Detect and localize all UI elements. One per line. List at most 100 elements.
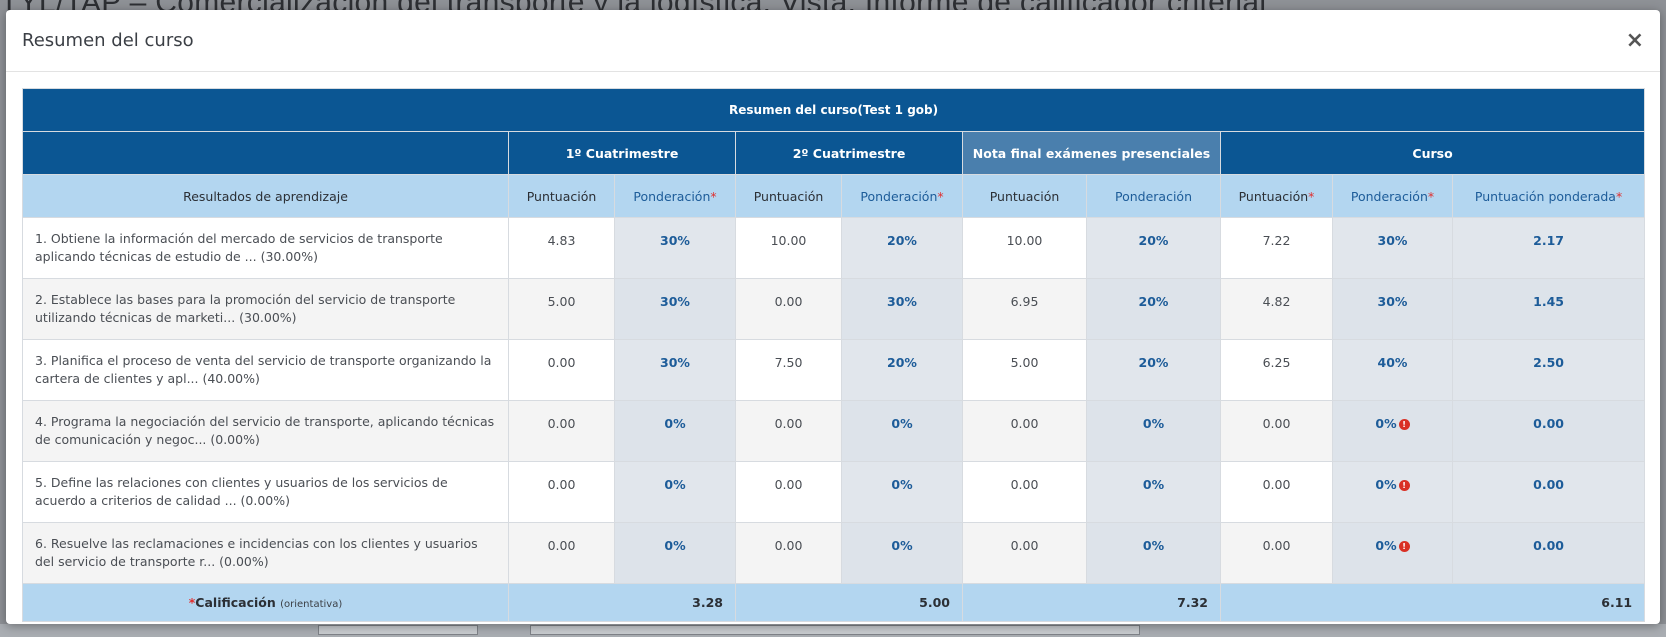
table-title: Resumen del curso(Test 1 gob)	[21, 88, 1646, 132]
course-weight: 0%!	[1332, 461, 1453, 523]
course-weight-value: 0%	[1375, 416, 1397, 431]
q2-score: 0.00	[735, 400, 842, 462]
q1-weight: 30%	[614, 278, 736, 340]
final-exam-score-value: 0.00	[1010, 416, 1039, 431]
final-grade-q2: 5.00	[735, 583, 963, 622]
final-exam-weight: 0%	[1086, 400, 1221, 462]
q1-score: 5.00	[508, 278, 615, 340]
table-row: 1. Obtiene la información del mercado de…	[22, 217, 1646, 279]
course-weight-value: 30%	[1377, 233, 1408, 248]
q1-weight: 0%	[614, 461, 736, 523]
course-score: 6.25	[1220, 339, 1333, 401]
q2-score: 0.00	[735, 461, 842, 523]
final-grade-row: *Calificación (orientativa) 3.28 5.00 7.…	[22, 583, 1646, 622]
weighted-score-value: 2.17	[1533, 233, 1564, 248]
final-grade-label: *Calificación (orientativa)	[22, 583, 509, 622]
course-score: 4.82	[1220, 278, 1333, 340]
col-final-weight: Ponderación	[1086, 174, 1221, 218]
q1-weight-value: 30%	[660, 355, 690, 370]
modal-title: Resumen del curso	[22, 30, 194, 51]
modal-header: Resumen del curso ×	[6, 10, 1660, 72]
weighted-score-value: 0.00	[1533, 477, 1564, 492]
group-final-exams: Nota final exámenes presenciales	[962, 131, 1221, 175]
row-description-value: 4. Programa la negociación del servicio …	[35, 414, 495, 447]
q1-weight: 0%	[614, 522, 736, 584]
col-learning-outcomes: Resultados de aprendizaje	[22, 174, 509, 218]
weighted-score: 0.00	[1451, 522, 1646, 584]
q2-weight-value: 0%	[891, 538, 913, 553]
q2-weight: 20%	[841, 339, 963, 401]
warning-icon[interactable]: !	[1398, 419, 1410, 430]
final-exam-weight-value: 0%	[1142, 477, 1165, 492]
course-score-value: 0.00	[1262, 538, 1291, 553]
weighted-score: 0.00	[1451, 461, 1646, 523]
final-exam-score-value: 6.95	[1010, 294, 1039, 309]
table-row: 3. Planifica el proceso de venta del ser…	[22, 339, 1646, 401]
course-summary-modal: Resumen del curso × Resumen del curso(Te…	[6, 10, 1660, 624]
close-button[interactable]: ×	[1626, 29, 1644, 52]
final-exam-score: 6.95	[962, 278, 1087, 340]
weighted-score-value: 2.50	[1533, 355, 1564, 370]
weighted-score-value: 1.45	[1533, 294, 1564, 309]
q1-weight-value: 0%	[664, 538, 686, 553]
course-score-value: 0.00	[1262, 416, 1291, 431]
course-weight: 30%	[1332, 278, 1453, 340]
background-footer	[0, 624, 1666, 637]
course-score: 7.22	[1220, 217, 1333, 279]
q1-score: 0.00	[508, 339, 615, 401]
final-exam-score-value: 5.00	[1010, 355, 1039, 370]
group-q2: 2º Cuatrimestre	[735, 131, 963, 175]
course-weight: 40%	[1332, 339, 1453, 401]
q1-weight-value: 0%	[664, 477, 686, 492]
q2-weight: 0%	[841, 461, 963, 523]
row-description-value: 3. Planifica el proceso de venta del ser…	[35, 353, 492, 386]
weighted-score-value: 0.00	[1533, 538, 1564, 553]
q2-weight-value: 30%	[887, 294, 917, 309]
row-description: 5. Define las relaciones con clientes y …	[22, 461, 509, 523]
required-mark: *	[710, 188, 717, 204]
table-row: 4. Programa la negociación del servicio …	[22, 400, 1646, 462]
q1-score: 0.00	[508, 400, 615, 462]
q2-weight: 0%	[841, 400, 963, 462]
q1-score: 0.00	[508, 522, 615, 584]
final-exam-weight-value: 20%	[1138, 294, 1169, 309]
final-exam-weight: 20%	[1086, 278, 1221, 340]
final-exam-score-value: 10.00	[1006, 233, 1043, 248]
weighted-score: 1.45	[1451, 278, 1646, 340]
col-final-score: Puntuación	[962, 174, 1087, 218]
group-q1: 1º Cuatrimestre	[508, 131, 736, 175]
final-exam-score: 5.00	[962, 339, 1087, 401]
weighted-score: 2.17	[1451, 217, 1646, 279]
q2-score-value: 0.00	[774, 477, 803, 492]
final-exam-weight-value: 20%	[1138, 355, 1169, 370]
final-grade-course: 6.11	[1219, 583, 1646, 622]
q2-score: 7.50	[735, 339, 842, 401]
final-exam-weight: 0%	[1086, 461, 1221, 523]
final-exam-weight-value: 20%	[1138, 233, 1169, 248]
q1-weight-value: 0%	[664, 416, 686, 431]
warning-icon[interactable]: !	[1398, 480, 1410, 491]
col-course-score: Puntuación*	[1220, 174, 1333, 218]
q2-weight-value: 20%	[887, 233, 917, 248]
q2-score-value: 10.00	[770, 233, 807, 248]
q1-weight: 30%	[614, 217, 736, 279]
q1-weight: 30%	[614, 339, 736, 401]
row-description: 2. Establece las bases para la promoción…	[22, 278, 509, 340]
row-description-value: 2. Establece las bases para la promoción…	[35, 292, 456, 325]
col-q1-score: Puntuación	[508, 174, 615, 218]
final-exam-score: 10.00	[962, 217, 1087, 279]
final-exam-score: 0.00	[962, 461, 1087, 523]
warning-icon[interactable]: !	[1398, 541, 1410, 552]
course-score-value: 6.25	[1262, 355, 1291, 370]
q1-score-value: 4.83	[547, 233, 576, 248]
row-description: 6. Resuelve las reclamaciones e incidenc…	[22, 522, 509, 584]
required-mark: *	[1308, 188, 1315, 204]
q2-weight: 20%	[841, 217, 963, 279]
final-grade-label-text: Calificación	[195, 595, 276, 610]
q1-score: 0.00	[508, 461, 615, 523]
group-empty	[22, 131, 509, 175]
q2-score-value: 0.00	[774, 538, 803, 553]
final-grade-q1: 3.28	[508, 583, 736, 622]
row-description: 1. Obtiene la información del mercado de…	[22, 217, 509, 279]
background-toolbar	[318, 625, 478, 635]
